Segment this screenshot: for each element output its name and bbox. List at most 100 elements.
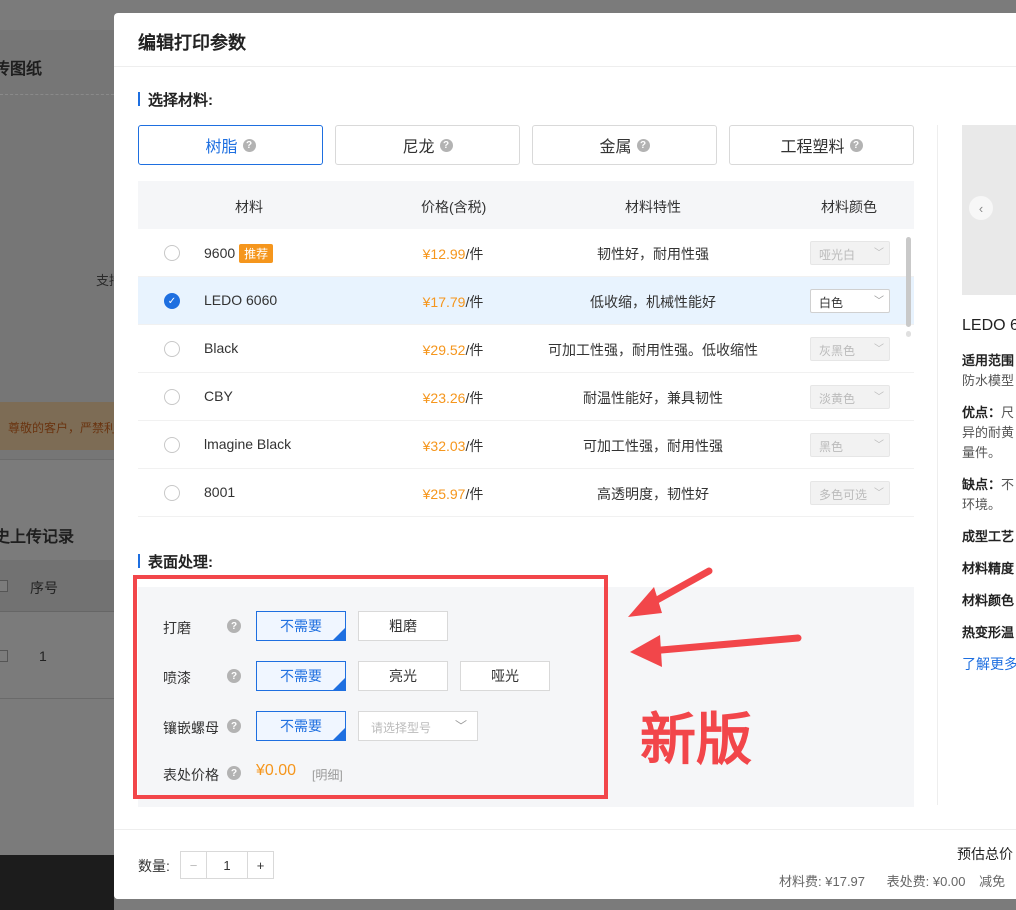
price-value: ¥12.99 [422, 246, 466, 262]
plus-button[interactable]: + [247, 852, 273, 878]
table-row[interactable]: Black ¥29.52/件 可加工性强，耐用性强。低收缩性 灰黑色 ﹀ [138, 325, 914, 373]
detail-line: 优点：尺 [962, 402, 1014, 421]
arrow-icon [630, 634, 802, 667]
radio-button[interactable] [164, 341, 180, 357]
table-row[interactable]: CBY ¥23.26/件 耐温性能好，兼具韧性 淡黄色 ﹀ [138, 373, 914, 421]
radio-button[interactable] [164, 245, 180, 261]
chevron-down-icon: ﹀ [874, 440, 884, 451]
warning-text: 尊敬的客户，严禁利 [8, 421, 114, 435]
estimated-total-label: 预估总价 [957, 846, 1013, 862]
quantity-stepper[interactable]: − 1 + [180, 851, 274, 879]
header-checkbox[interactable] [0, 580, 8, 592]
color-select[interactable]: 白色 ﹀ [810, 289, 890, 313]
detail-text: 尺 [1001, 405, 1015, 420]
radio-button-checked[interactable]: ✓ [164, 293, 180, 309]
discount-label: 减免 [979, 874, 1006, 889]
material-detail-title: LEDO 6 [962, 317, 1016, 334]
detail-text: 不 [1001, 477, 1015, 492]
question-icon[interactable]: ? [242, 138, 256, 152]
detail-line: 适用范围 [962, 350, 1014, 369]
chevron-down-icon: ﹀ [874, 488, 884, 499]
radio-button[interactable] [164, 437, 180, 453]
table-scrollbar-track[interactable] [906, 331, 911, 337]
chevron-down-icon: ﹀ [874, 296, 884, 307]
price-unit: /件 [465, 438, 484, 454]
material-fee-value: ¥17.97 [825, 874, 866, 889]
question-icon[interactable]: ? [439, 138, 453, 152]
color-value: 黑色 [819, 440, 844, 454]
color-select[interactable]: 哑光白 ﹀ [810, 241, 890, 265]
detail-label: 适用范围 [962, 353, 1015, 368]
chevron-left-icon[interactable]: ‹ [969, 196, 993, 220]
material-fee-label: 材料费: [779, 874, 822, 889]
upload-title: 传图纸 [0, 61, 43, 78]
table-row[interactable]: lmagine Black ¥32.03/件 可加工性强，耐用性强 黑色 ﹀ [138, 421, 914, 469]
color-value: 白色 [819, 296, 844, 310]
chevron-down-icon: ﹀ [874, 248, 884, 259]
color-select[interactable]: 淡黄色 ﹀ [810, 385, 890, 409]
surface-fee-value: ¥0.00 [932, 874, 966, 889]
row-number: 1 [39, 648, 47, 664]
price-unit: /件 [465, 486, 484, 502]
material-name: 8001 [204, 484, 236, 500]
price-value: ¥32.03 [422, 438, 466, 454]
color-value: 哑光白 [819, 248, 856, 262]
fee-summary: 材料费: ¥17.97 表处费: ¥0.00 减免 [779, 871, 1005, 890]
material-price: ¥32.03/件 [368, 436, 538, 456]
color-select[interactable]: 灰黑色 ﹀ [810, 337, 890, 361]
detail-text: 防水模型 [962, 373, 1015, 388]
material-table: 材料 价格(含税) 材料特性 材料颜色 9600 推荐 ¥12.99/件 韧性好，… [138, 181, 914, 517]
detail-line: 材料精度 [962, 558, 1014, 577]
tab-label: 树脂 [205, 139, 238, 156]
table-scrollbar-thumb[interactable] [906, 237, 911, 327]
color-value: 淡黄色 [819, 392, 856, 406]
color-select[interactable]: 黑色 ﹀ [810, 433, 890, 457]
material-feature: 韧性好，耐用性强 [597, 246, 709, 262]
detail-line: 异的耐黄 [962, 422, 1014, 441]
edit-print-params-modal: 编辑打印参数 选择材料: 树脂? 尼龙? 金属? 工程塑料? 材料 价格(含税)… [114, 13, 1016, 899]
row-checkbox[interactable] [0, 650, 8, 662]
tab-label: 金属 [599, 139, 632, 156]
color-value: 多色可选 [819, 488, 868, 502]
price-value: ¥17.79 [422, 294, 466, 310]
tab-engineering-plastic[interactable]: 工程塑料? [729, 125, 914, 165]
question-icon[interactable]: ? [636, 138, 650, 152]
tab-metal[interactable]: 金属? [532, 125, 717, 165]
table-row[interactable]: 8001 ¥25.97/件 高透明度，韧性好 多色可选 ﹀ [138, 469, 914, 517]
material-feature: 可加工性强，耐用性强 [583, 438, 723, 454]
material-name: Black [204, 340, 239, 356]
surface-fee-label: 表处费: [886, 874, 930, 889]
detail-label: 缺点： [962, 477, 1002, 492]
price-unit: /件 [465, 342, 484, 358]
price-unit: /件 [465, 246, 484, 262]
detail-text: 环境。 [962, 497, 1002, 512]
tab-label: 尼龙 [402, 139, 435, 156]
table-row[interactable]: ✓ LEDO 6060 ¥17.79/件 低收缩，机械性能好 白色 ﹀ [138, 277, 914, 325]
learn-more-link[interactable]: 了解更多 [962, 654, 1016, 674]
chevron-down-icon: ﹀ [874, 392, 884, 403]
quantity-value[interactable]: 1 [207, 852, 247, 878]
price-value: ¥29.52 [422, 342, 466, 358]
table-header: 材料 价格(含税) 材料特性 材料颜色 [138, 181, 914, 229]
quantity-label: 数量: [138, 858, 170, 874]
tab-nylon[interactable]: 尼龙? [335, 125, 520, 165]
price-value: ¥25.97 [422, 486, 466, 502]
question-icon[interactable]: ? [849, 138, 863, 152]
detail-line: 防水模型 [962, 370, 1014, 389]
recommend-badge: 推荐 [239, 244, 274, 263]
modal-title: 编辑打印参数 [114, 13, 1016, 67]
material-price: ¥23.26/件 [368, 388, 538, 408]
table-row[interactable]: 9600 推荐 ¥12.99/件 韧性好，耐用性强 哑光白 ﹀ [138, 229, 914, 277]
detail-text: 量件。 [962, 445, 1002, 460]
color-select[interactable]: 多色可选 ﹀ [810, 481, 890, 505]
detail-label: 材料颜色 [962, 593, 1015, 608]
row-divider [0, 698, 114, 699]
radio-button[interactable] [164, 485, 180, 501]
upload-dropzone-border [0, 94, 114, 95]
detail-line: 量件。 [962, 442, 1001, 461]
bottom-bar [0, 855, 114, 910]
minus-button[interactable]: − [181, 852, 207, 878]
radio-button[interactable] [164, 389, 180, 405]
tab-resin[interactable]: 树脂? [138, 125, 323, 165]
header-price: 价格(含税) [421, 199, 487, 215]
